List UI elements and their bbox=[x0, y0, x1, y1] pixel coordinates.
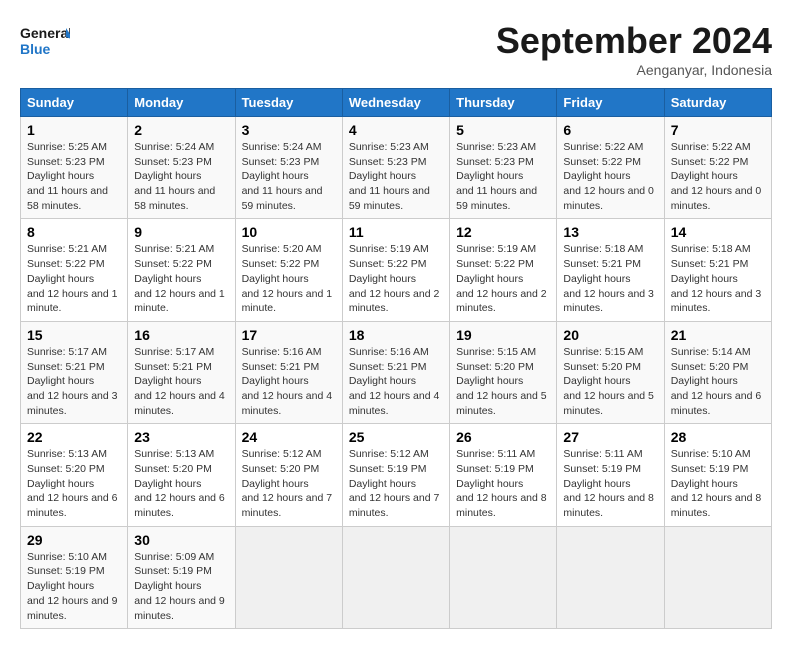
col-header-thursday: Thursday bbox=[450, 89, 557, 117]
calendar-header-row: SundayMondayTuesdayWednesdayThursdayFrid… bbox=[21, 89, 772, 117]
col-header-monday: Monday bbox=[128, 89, 235, 117]
col-header-saturday: Saturday bbox=[664, 89, 771, 117]
calendar-week-4: 22Sunrise: 5:13 AMSunset: 5:20 PMDayligh… bbox=[21, 424, 772, 526]
calendar-cell-22: 22Sunrise: 5:13 AMSunset: 5:20 PMDayligh… bbox=[21, 424, 128, 526]
calendar-cell-27: 27Sunrise: 5:11 AMSunset: 5:19 PMDayligh… bbox=[557, 424, 664, 526]
calendar-cell-8: 8Sunrise: 5:21 AMSunset: 5:22 PMDaylight… bbox=[21, 219, 128, 321]
calendar-cell-3: 3Sunrise: 5:24 AMSunset: 5:23 PMDaylight… bbox=[235, 117, 342, 219]
calendar-week-2: 8Sunrise: 5:21 AMSunset: 5:22 PMDaylight… bbox=[21, 219, 772, 321]
calendar-cell-4: 4Sunrise: 5:23 AMSunset: 5:23 PMDaylight… bbox=[342, 117, 449, 219]
svg-text:Blue: Blue bbox=[20, 41, 51, 57]
calendar-cell-11: 11Sunrise: 5:19 AMSunset: 5:22 PMDayligh… bbox=[342, 219, 449, 321]
calendar-cell-10: 10Sunrise: 5:20 AMSunset: 5:22 PMDayligh… bbox=[235, 219, 342, 321]
calendar-cell-26: 26Sunrise: 5:11 AMSunset: 5:19 PMDayligh… bbox=[450, 424, 557, 526]
calendar-table: SundayMondayTuesdayWednesdayThursdayFrid… bbox=[20, 88, 772, 629]
calendar-cell-28: 28Sunrise: 5:10 AMSunset: 5:19 PMDayligh… bbox=[664, 424, 771, 526]
calendar-cell-6: 6Sunrise: 5:22 AMSunset: 5:22 PMDaylight… bbox=[557, 117, 664, 219]
col-header-friday: Friday bbox=[557, 89, 664, 117]
calendar-cell-9: 9Sunrise: 5:21 AMSunset: 5:22 PMDaylight… bbox=[128, 219, 235, 321]
logo: General Blue bbox=[20, 20, 70, 60]
calendar-cell-13: 13Sunrise: 5:18 AMSunset: 5:21 PMDayligh… bbox=[557, 219, 664, 321]
calendar-cell-7: 7Sunrise: 5:22 AMSunset: 5:22 PMDaylight… bbox=[664, 117, 771, 219]
calendar-cell-12: 12Sunrise: 5:19 AMSunset: 5:22 PMDayligh… bbox=[450, 219, 557, 321]
calendar-cell-30: 30Sunrise: 5:09 AMSunset: 5:19 PMDayligh… bbox=[128, 526, 235, 628]
calendar-cell-5: 5Sunrise: 5:23 AMSunset: 5:23 PMDaylight… bbox=[450, 117, 557, 219]
calendar-cell-23: 23Sunrise: 5:13 AMSunset: 5:20 PMDayligh… bbox=[128, 424, 235, 526]
svg-text:General: General bbox=[20, 25, 70, 41]
calendar-cell-17: 17Sunrise: 5:16 AMSunset: 5:21 PMDayligh… bbox=[235, 321, 342, 423]
calendar-cell-21: 21Sunrise: 5:14 AMSunset: 5:20 PMDayligh… bbox=[664, 321, 771, 423]
calendar-cell-empty bbox=[664, 526, 771, 628]
calendar-week-5: 29Sunrise: 5:10 AMSunset: 5:19 PMDayligh… bbox=[21, 526, 772, 628]
calendar-cell-29: 29Sunrise: 5:10 AMSunset: 5:19 PMDayligh… bbox=[21, 526, 128, 628]
col-header-sunday: Sunday bbox=[21, 89, 128, 117]
calendar-cell-empty bbox=[450, 526, 557, 628]
calendar-cell-15: 15Sunrise: 5:17 AMSunset: 5:21 PMDayligh… bbox=[21, 321, 128, 423]
subtitle: Aenganyar, Indonesia bbox=[496, 62, 772, 78]
calendar-cell-24: 24Sunrise: 5:12 AMSunset: 5:20 PMDayligh… bbox=[235, 424, 342, 526]
calendar-cell-16: 16Sunrise: 5:17 AMSunset: 5:21 PMDayligh… bbox=[128, 321, 235, 423]
calendar-cell-20: 20Sunrise: 5:15 AMSunset: 5:20 PMDayligh… bbox=[557, 321, 664, 423]
calendar-cell-14: 14Sunrise: 5:18 AMSunset: 5:21 PMDayligh… bbox=[664, 219, 771, 321]
logo-svg: General Blue bbox=[20, 20, 70, 60]
calendar-cell-empty bbox=[342, 526, 449, 628]
col-header-tuesday: Tuesday bbox=[235, 89, 342, 117]
page-header: General Blue September 2024 Aenganyar, I… bbox=[20, 20, 772, 78]
calendar-cell-empty bbox=[557, 526, 664, 628]
col-header-wednesday: Wednesday bbox=[342, 89, 449, 117]
calendar-week-3: 15Sunrise: 5:17 AMSunset: 5:21 PMDayligh… bbox=[21, 321, 772, 423]
calendar-cell-19: 19Sunrise: 5:15 AMSunset: 5:20 PMDayligh… bbox=[450, 321, 557, 423]
calendar-cell-1: 1Sunrise: 5:25 AMSunset: 5:23 PMDaylight… bbox=[21, 117, 128, 219]
title-area: September 2024 Aenganyar, Indonesia bbox=[496, 20, 772, 78]
calendar-cell-25: 25Sunrise: 5:12 AMSunset: 5:19 PMDayligh… bbox=[342, 424, 449, 526]
calendar-cell-2: 2Sunrise: 5:24 AMSunset: 5:23 PMDaylight… bbox=[128, 117, 235, 219]
month-title: September 2024 bbox=[496, 20, 772, 62]
calendar-cell-18: 18Sunrise: 5:16 AMSunset: 5:21 PMDayligh… bbox=[342, 321, 449, 423]
calendar-cell-empty bbox=[235, 526, 342, 628]
calendar-week-1: 1Sunrise: 5:25 AMSunset: 5:23 PMDaylight… bbox=[21, 117, 772, 219]
